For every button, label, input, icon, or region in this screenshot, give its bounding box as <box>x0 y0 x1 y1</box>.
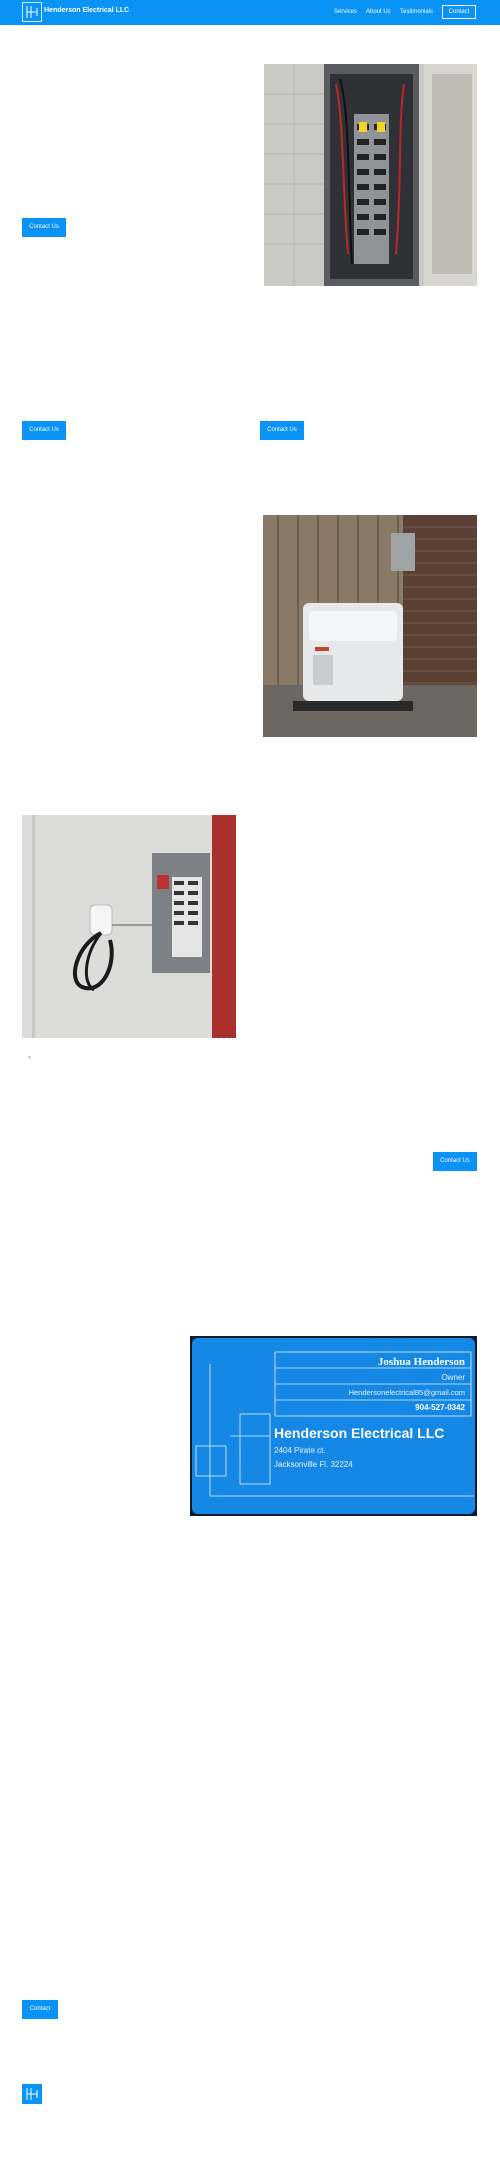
contact-button[interactable]: Contact <box>442 5 476 19</box>
contact-button-footer[interactable]: Contact <box>22 2000 58 2019</box>
generator-photo <box>263 515 477 737</box>
business-card-photo: Joshua Henderson Owner Hendersonelectric… <box>190 1336 477 1516</box>
footer-logo-icon[interactable] <box>22 2084 42 2104</box>
nav-about-us[interactable]: About Us <box>366 9 391 15</box>
carousel-dot[interactable] <box>28 1056 31 1059</box>
electrical-panel-photo <box>264 64 477 286</box>
card-company: Henderson Electrical LLC <box>274 1425 445 1441</box>
nav-services[interactable]: Services <box>334 9 357 15</box>
ev-charger-photo <box>22 815 236 1038</box>
contact-us-button-2[interactable]: Contact Us <box>22 421 66 440</box>
contact-us-button-3[interactable]: Contact Us <box>260 421 304 440</box>
brand-name[interactable]: Henderson Electrical LLC <box>44 7 129 14</box>
card-email: Hendersonelectrical85@gmail.com <box>348 1388 465 1397</box>
contact-us-button-1[interactable]: Contact Us <box>22 218 66 237</box>
logo-icon[interactable] <box>22 2 42 22</box>
card-name: Joshua Henderson <box>377 1356 465 1368</box>
card-title: Owner <box>441 1373 465 1382</box>
card-street: 2404 Pirate ct. <box>274 1446 326 1455</box>
nav-testimonials[interactable]: Testimonials <box>400 9 433 15</box>
card-city: Jacksonville Fl. 32224 <box>274 1460 353 1469</box>
card-phone: 904-527-0342 <box>415 1403 465 1412</box>
contact-us-button-4[interactable]: Contact Us <box>433 1152 477 1171</box>
